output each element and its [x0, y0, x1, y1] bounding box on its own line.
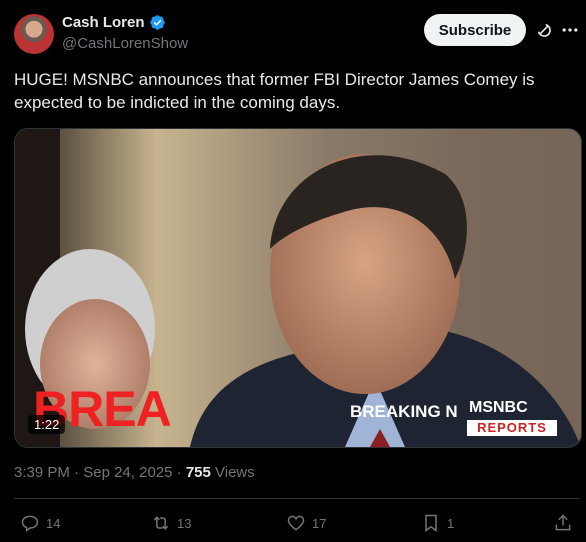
tweet-meta: 3:39 PM · Sep 24, 2025 · 755 Views [14, 464, 255, 481]
tweet-text: HUGE! MSNBC announces that former FBI Di… [14, 70, 535, 112]
reply-button[interactable]: 14 [20, 507, 60, 539]
msnbc-logo: MSNBC [469, 399, 528, 416]
heart-icon [287, 515, 305, 531]
more-options-icon[interactable] [560, 20, 580, 40]
divider [14, 498, 580, 499]
bookmark-icon [425, 514, 437, 532]
like-count: 17 [312, 515, 327, 531]
views-count: 755 [185, 464, 211, 481]
action-bar: 14 13 17 1 [0, 507, 586, 539]
reply-icon [21, 515, 39, 532]
video-duration: 1:22 [28, 415, 66, 434]
author-avatar[interactable] [14, 14, 54, 54]
bookmark-button[interactable]: 1 [421, 507, 454, 539]
repost-button[interactable]: 13 [151, 507, 191, 539]
repost-icon [153, 516, 169, 530]
author-name-row[interactable]: Cash Loren [62, 14, 166, 31]
views-label: Views [215, 464, 255, 481]
bookmark-count: 1 [447, 515, 455, 531]
subscribe-button[interactable]: Subscribe [424, 14, 526, 46]
breaking-banner-text: BREAKING N [350, 402, 458, 421]
grok-icon[interactable] [534, 20, 554, 40]
like-button[interactable]: 17 [286, 507, 326, 539]
author-handle[interactable]: @CashLorenShow [62, 35, 188, 52]
author-name[interactable]: Cash Loren [62, 14, 145, 31]
tweet-date[interactable]: Sep 24, 2025 [83, 464, 172, 481]
reply-count: 14 [46, 515, 61, 531]
video-player[interactable]: BREA BREAKING N MSNBC REPORTS 1:22 [14, 128, 582, 448]
share-button[interactable] [553, 507, 573, 539]
share-icon [555, 514, 571, 531]
msnbc-reports-label: REPORTS [467, 420, 557, 436]
tweet-time[interactable]: 3:39 PM [14, 464, 70, 481]
verified-badge-icon [149, 15, 165, 30]
repost-count: 13 [177, 515, 192, 531]
